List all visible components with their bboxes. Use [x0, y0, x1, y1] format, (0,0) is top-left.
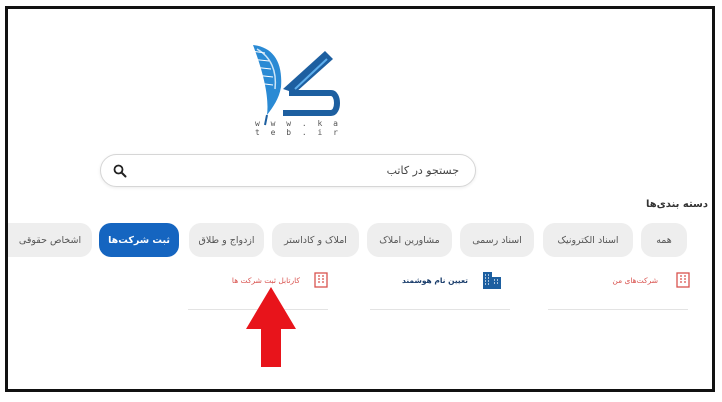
chip-marriage-divorce[interactable]: ازدواج و طلاق: [189, 223, 264, 257]
chip-legal-entities[interactable]: اشخاص حقوقی: [8, 223, 92, 257]
chip-company-registration[interactable]: ثبت شرکت‌ها: [99, 223, 179, 257]
subcategory-label: شرکت‌های من: [612, 275, 658, 285]
subcategory-label: کارتابل ثبت شرکت ها: [231, 275, 300, 285]
building-doc-icon: [676, 272, 690, 288]
buildings-icon: [483, 272, 501, 289]
search-bar[interactable]: [100, 154, 476, 187]
categories-title: دسته بندی‌ها: [645, 199, 708, 210]
chip-real-estate-advisors[interactable]: مشاورین املاک: [367, 223, 452, 257]
chip-electronic-docs[interactable]: اسناد الکترونیک: [543, 223, 633, 257]
logo-url-text: w w w . k a t e b . i r: [255, 119, 341, 137]
chip-all[interactable]: همه: [641, 223, 687, 257]
subcategory-my-companies[interactable]: شرکت‌های من: [612, 267, 690, 293]
chip-official-docs[interactable]: اسناد رسمی: [460, 223, 534, 257]
feather-book-icon: [250, 45, 340, 126]
subcategory-smart-naming[interactable]: تعیین نام هوشمند: [402, 267, 502, 293]
red-arrow-up-icon: [246, 287, 296, 367]
divider: [370, 309, 510, 310]
browser-frame: w w w . k a t e b . i r دسته بندی‌ها همه…: [5, 6, 715, 392]
building-doc-icon: [314, 272, 328, 288]
divider: [548, 309, 688, 310]
search-input[interactable]: [139, 155, 459, 186]
search-icon[interactable]: [113, 164, 127, 178]
subcategory-label: تعیین نام هوشمند: [402, 275, 468, 285]
chip-property-cadastre[interactable]: املاک و کاداستر: [272, 223, 359, 257]
category-chips: همه اسناد الکترونیک اسناد رسمی مشاورین ا…: [8, 223, 712, 259]
